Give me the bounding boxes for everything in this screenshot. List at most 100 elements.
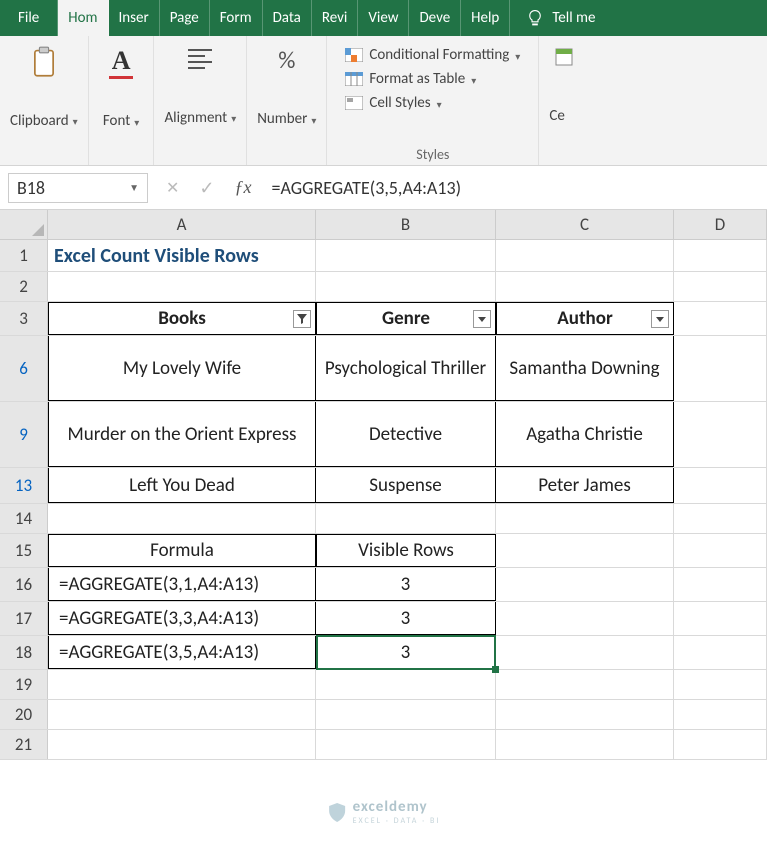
cell-styles-button[interactable]: Cell Styles ▾ (345, 94, 441, 112)
cell-result[interactable]: 3 (316, 568, 496, 601)
col-header-a[interactable]: A (48, 210, 316, 239)
cell[interactable] (496, 700, 674, 729)
cell[interactable] (674, 302, 767, 335)
tab-home[interactable]: Hom (58, 0, 108, 36)
cell[interactable] (316, 504, 496, 533)
row-header[interactable]: 16 (0, 568, 48, 601)
cell[interactable] (496, 272, 674, 301)
cell[interactable] (316, 700, 496, 729)
cell-book[interactable]: Left You Dead (48, 468, 316, 503)
tab-data[interactable]: Data (263, 0, 312, 36)
cells-button[interactable] (549, 42, 579, 72)
cell-author[interactable]: Samantha Downing (496, 336, 674, 401)
cell[interactable] (674, 534, 767, 567)
cell[interactable] (316, 730, 496, 759)
cell[interactable] (674, 700, 767, 729)
cell[interactable] (316, 670, 496, 699)
cell[interactable] (496, 670, 674, 699)
cell-genre[interactable]: Detective (316, 402, 496, 467)
cell-genre[interactable]: Suspense (316, 468, 496, 503)
conditional-formatting-button[interactable]: Conditional Formatting ▾ (345, 46, 520, 64)
cell[interactable] (496, 504, 674, 533)
cell-genre[interactable]: Psychological Thriller (316, 336, 496, 401)
row-header[interactable]: 3 (0, 302, 48, 335)
fill-handle[interactable] (492, 666, 499, 673)
cell[interactable] (674, 602, 767, 635)
cell[interactable] (48, 670, 316, 699)
header-visible-rows[interactable]: Visible Rows (316, 534, 496, 567)
tab-formulas[interactable]: Form (210, 0, 263, 36)
cell[interactable] (496, 636, 674, 669)
cell[interactable] (674, 504, 767, 533)
row-header[interactable]: 20 (0, 700, 48, 729)
name-box[interactable]: B18 ▼ (8, 173, 148, 203)
cell[interactable] (674, 336, 767, 401)
cell-formula[interactable]: =AGGREGATE(3,3,A4:A13) (48, 602, 316, 635)
tab-view[interactable]: View (358, 0, 409, 36)
cell[interactable] (48, 730, 316, 759)
row-header[interactable]: 17 (0, 602, 48, 635)
col-header-d[interactable]: D (674, 210, 767, 239)
filter-button-books[interactable] (293, 310, 311, 328)
number-button[interactable]: % (257, 42, 316, 79)
col-header-b[interactable]: B (316, 210, 496, 239)
tab-file[interactable]: File (0, 0, 58, 36)
row-header[interactable]: 19 (0, 670, 48, 699)
cell[interactable] (674, 272, 767, 301)
filter-button-author[interactable] (651, 310, 669, 328)
tab-insert[interactable]: Inser (109, 0, 160, 36)
tell-me-search[interactable]: Tell me (516, 0, 605, 36)
cell[interactable] (674, 468, 767, 503)
row-header[interactable]: 13 (0, 468, 48, 503)
tab-page-layout[interactable]: Page (160, 0, 210, 36)
cell[interactable] (674, 730, 767, 759)
cell[interactable] (48, 272, 316, 301)
header-formula[interactable]: Formula (48, 534, 316, 567)
cell-result-active[interactable]: 3 (316, 636, 496, 669)
tab-review[interactable]: Revi (312, 0, 359, 36)
cell[interactable] (674, 402, 767, 467)
alignment-button[interactable] (164, 42, 236, 76)
clipboard-button[interactable] (10, 42, 78, 82)
cell[interactable] (496, 568, 674, 601)
cell[interactable] (316, 240, 496, 271)
row-header[interactable]: 18 (0, 636, 48, 669)
cell-book[interactable]: Murder on the Orient Express (48, 402, 316, 467)
cancel-formula-icon[interactable]: ✕ (166, 178, 179, 198)
cell[interactable] (674, 568, 767, 601)
header-books[interactable]: Books (48, 302, 316, 335)
row-header[interactable]: 6 (0, 336, 48, 401)
cell[interactable] (48, 700, 316, 729)
cell[interactable] (48, 504, 316, 533)
cell[interactable] (496, 730, 674, 759)
cell[interactable] (496, 534, 674, 567)
row-header[interactable]: 15 (0, 534, 48, 567)
formula-input[interactable]: =AGGREGATE(3,5,A4:A13) (262, 177, 767, 199)
font-button[interactable]: A (99, 42, 144, 83)
cell-formula[interactable]: =AGGREGATE(3,1,A4:A13) (48, 568, 316, 601)
enter-formula-icon[interactable]: ✓ (199, 177, 214, 199)
cell-author[interactable]: Agatha Christie (496, 402, 674, 467)
cell[interactable] (674, 670, 767, 699)
row-header[interactable]: 2 (0, 272, 48, 301)
cell[interactable] (316, 272, 496, 301)
tab-help[interactable]: Help (461, 0, 510, 36)
format-as-table-button[interactable]: Format as Table ▾ (345, 70, 476, 88)
cell-a1-title[interactable]: Excel Count Visible Rows (48, 240, 316, 271)
cell-author[interactable]: Peter James (496, 468, 674, 503)
col-header-c[interactable]: C (496, 210, 674, 239)
cell-formula[interactable]: =AGGREGATE(3,5,A4:A13) (48, 636, 316, 669)
row-header[interactable]: 21 (0, 730, 48, 759)
cell[interactable] (674, 636, 767, 669)
cell-result[interactable]: 3 (316, 602, 496, 635)
row-header[interactable]: 9 (0, 402, 48, 467)
header-author[interactable]: Author (496, 302, 674, 335)
cell[interactable] (496, 240, 674, 271)
cell[interactable] (674, 240, 767, 271)
cell-book[interactable]: My Lovely Wife (48, 336, 316, 401)
fx-icon[interactable]: ƒx (235, 177, 252, 198)
select-all-button[interactable] (0, 210, 48, 239)
cell[interactable] (496, 602, 674, 635)
tab-developer[interactable]: Deve (409, 0, 461, 36)
filter-button-genre[interactable] (473, 310, 491, 328)
